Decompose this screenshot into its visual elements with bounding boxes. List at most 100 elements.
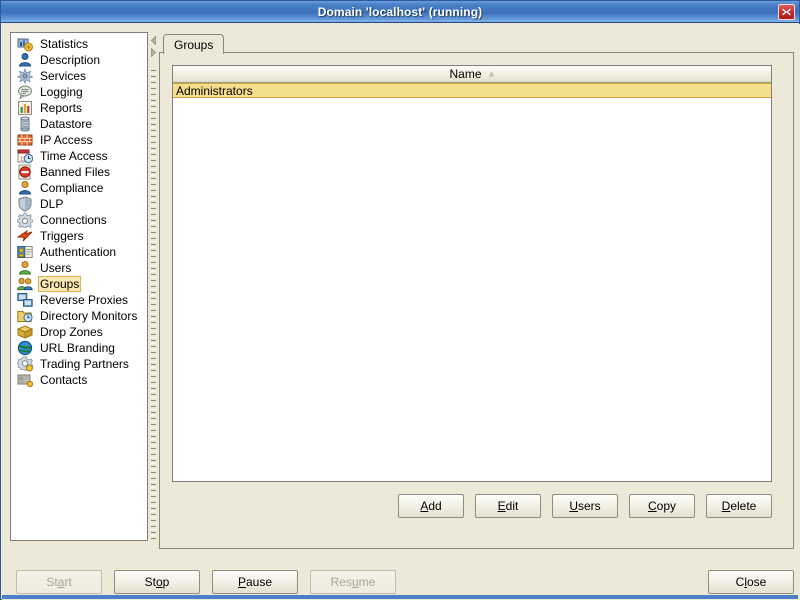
table-row[interactable]: Administrators (173, 83, 771, 98)
sidebar-item-url-branding[interactable]: URL Branding (11, 340, 147, 356)
triangle-left-icon[interactable] (150, 36, 157, 45)
logging-icon (17, 84, 33, 100)
sidebar-item-reverse-proxies[interactable]: Reverse Proxies (11, 292, 147, 308)
sidebar-item-drop-zones[interactable]: Drop Zones (11, 324, 147, 340)
sidebar-item-users[interactable]: Users (11, 260, 147, 276)
resume-button-post: me (358, 575, 376, 589)
close-icon[interactable] (778, 4, 795, 20)
sidebar-item-trading-partners[interactable]: Trading Partners (11, 356, 147, 372)
dlp-icon (17, 196, 33, 212)
title-bar: Domain 'localhost' (running) (1, 1, 799, 23)
tab-strip: Groups (159, 32, 794, 54)
close-button-post: ose (746, 575, 767, 589)
split-divider[interactable] (149, 32, 158, 541)
sidebar-item-connections[interactable]: Connections (11, 212, 147, 228)
directory-monitors-icon (17, 308, 33, 324)
sidebar-item-label: Time Access (40, 149, 108, 163)
sidebar-item-datastore[interactable]: Datastore (11, 116, 147, 132)
contacts-icon (17, 372, 33, 388)
sidebar-item-compliance[interactable]: Compliance (11, 180, 147, 196)
trading-partners-icon (17, 356, 33, 372)
tab-panel-groups: Name Administrators A dd E dit U sers C … (159, 52, 794, 549)
sidebar-item-label: Reports (40, 101, 83, 115)
sidebar-item-contacts[interactable]: Contacts (11, 372, 147, 388)
split-divider-grip[interactable] (151, 70, 156, 539)
tab-groups[interactable]: Groups (163, 34, 225, 54)
close-button-pre: C (735, 575, 745, 589)
sidebar-item-directory-monitors[interactable]: Directory Monitors (11, 308, 147, 324)
sidebar-item-label: Trading Partners (40, 357, 129, 371)
drop-zones-icon (17, 324, 33, 340)
reports-icon (17, 100, 33, 116)
reverse-proxies-icon (17, 292, 33, 308)
sidebar-item-label: Connections (40, 213, 107, 227)
start-button-pre: St (46, 575, 58, 589)
triggers-icon (17, 228, 33, 244)
start-button[interactable]: St a rt (16, 570, 102, 594)
application-window: Domain 'localhost' (running) Statistics … (0, 0, 800, 600)
banned-files-icon (17, 164, 33, 180)
sidebar-item-reports[interactable]: Reports (11, 100, 147, 116)
edit-button[interactable]: Edit (475, 494, 541, 518)
table-header-row: Name (173, 66, 771, 83)
sidebar-item-time-access[interactable]: 15 Time Access (11, 148, 147, 164)
sidebar-item-label: Description (40, 53, 101, 67)
users-icon (17, 260, 33, 276)
statistics-icon (17, 36, 33, 52)
sidebar-item-label: URL Branding (40, 341, 115, 355)
sidebar-item-dlp[interactable]: DLP (11, 196, 147, 212)
pause-button[interactable]: Pause (212, 570, 298, 594)
ip-access-icon (17, 132, 33, 148)
sidebar-item-label: Reverse Proxies (40, 293, 129, 307)
table-action-buttons: Add Edit Users Copy Delete (172, 494, 772, 518)
sidebar-item-ip-access[interactable]: IP Access (11, 132, 147, 148)
sidebar-nav-list[interactable]: Statistics Description Services Logging … (10, 32, 148, 541)
edit-button-rest: dit (505, 499, 519, 513)
sidebar-item-description[interactable]: Description (11, 52, 147, 68)
sidebar-item-label: Banned Files (40, 165, 111, 179)
pause-button-rest: ause (245, 575, 273, 589)
copy-button[interactable]: Copy (629, 494, 695, 518)
sidebar-item-services[interactable]: Services (11, 68, 147, 84)
group-name-cell: Administrators (176, 83, 253, 98)
sidebar-item-authentication[interactable]: Authentication (11, 244, 147, 260)
tab-label: Groups (174, 37, 214, 52)
sidebar-item-banned-files[interactable]: Banned Files (11, 164, 147, 180)
users-button[interactable]: Users (552, 494, 618, 518)
close-button[interactable]: Cl ose (708, 570, 794, 594)
sidebar-item-label: Groups (38, 276, 82, 292)
stop-button-pre: St (144, 575, 156, 589)
sidebar-item-label: Drop Zones (40, 325, 103, 339)
sidebar-item-label: IP Access (40, 133, 93, 147)
sidebar-item-label: DLP (40, 197, 64, 211)
stop-button[interactable]: St o p (114, 570, 200, 594)
window-title: Domain 'localhost' (running) (317, 4, 483, 19)
resume-button-pre: Res (330, 575, 352, 589)
connections-icon (17, 212, 33, 228)
delete-button[interactable]: Delete (706, 494, 772, 518)
domain-control-buttons: St a rt St o p Pause Res u me (16, 570, 396, 594)
column-header-name[interactable]: Name (449, 67, 481, 81)
sidebar-item-label: Compliance (40, 181, 104, 195)
datastore-icon (17, 116, 33, 132)
sidebar-item-label: Triggers (40, 229, 84, 243)
url-branding-icon (17, 340, 33, 356)
users-button-rest: sers (578, 499, 601, 513)
groups-table[interactable]: Name Administrators (172, 65, 772, 482)
add-button-rest: dd (428, 499, 442, 513)
sidebar-item-logging[interactable]: Logging (11, 84, 147, 100)
stop-button-post: p (162, 575, 170, 589)
sidebar-item-label: Statistics (40, 37, 89, 51)
dialog-close-buttons: Cl ose (708, 570, 794, 594)
sidebar-item-label: Users (40, 261, 72, 275)
sort-ascending-icon (488, 70, 495, 78)
sidebar-item-triggers[interactable]: Triggers (11, 228, 147, 244)
sidebar-item-label: Directory Monitors (40, 309, 138, 323)
resume-button[interactable]: Res u me (310, 570, 396, 594)
triangle-right-icon[interactable] (150, 48, 157, 57)
content-pane: Groups Name Administrators A dd E dit U … (159, 32, 794, 549)
sidebar-item-statistics[interactable]: Statistics (11, 36, 147, 52)
add-button[interactable]: Add (398, 494, 464, 518)
sidebar-item-groups[interactable]: Groups (11, 276, 147, 292)
description-icon (17, 52, 33, 68)
